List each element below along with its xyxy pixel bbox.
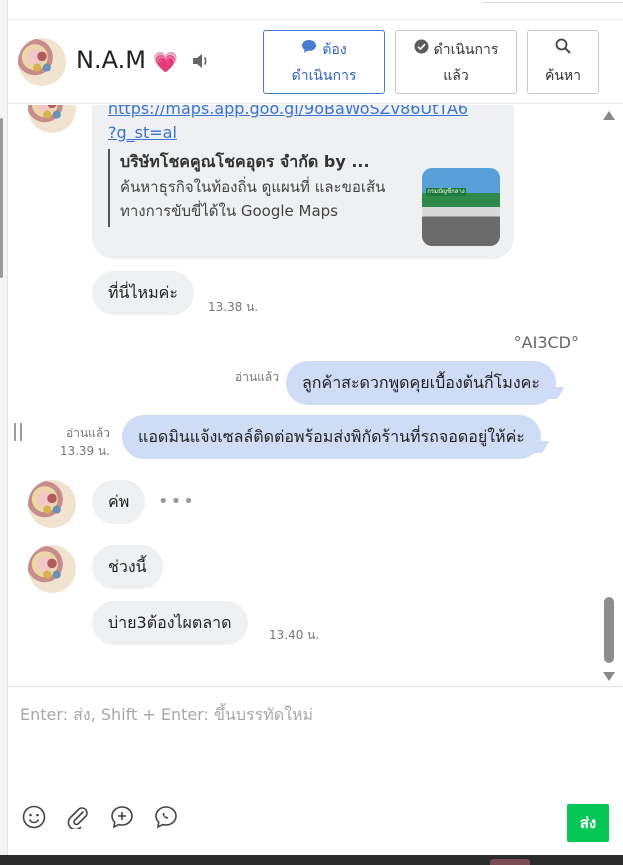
search-icon xyxy=(555,36,571,62)
message-time: 13.39 น. xyxy=(59,444,110,458)
composer-toolbar xyxy=(22,805,178,829)
scroll-up-icon[interactable] xyxy=(603,111,615,120)
agent-tag: °AI3CD° xyxy=(513,333,579,352)
my-message-bubble[interactable]: ลูกค้าสะดวกพูดคุยเบื้องต้นกี่โมงคะ xyxy=(286,361,556,405)
drag-grip[interactable] xyxy=(14,423,22,441)
emoji-icon[interactable] xyxy=(22,805,46,829)
message-time: 13.38 น. xyxy=(208,300,259,314)
message-input[interactable]: Enter: ส่ง, Shift + Enter: ขึ้นบรรทัดใหม… xyxy=(20,703,313,728)
contact-name[interactable]: N.A.M xyxy=(76,46,146,74)
preview-title: บริษัทโชคคูณโชคอุดร จำกัด by ... xyxy=(120,152,370,171)
search-label: ค้นหา xyxy=(544,67,582,83)
scroll-down-icon[interactable] xyxy=(603,672,615,681)
send-button[interactable]: ส่ง xyxy=(567,804,609,842)
chat-header: N.A.M 💗 ต้อง ดำเนินการ ดำเนินการ แล้ว ค้… xyxy=(8,20,623,104)
link-message[interactable]: https://maps.app.goo.gl/9oBaWoSZv86UtTA6… xyxy=(92,105,514,259)
done-button[interactable]: ดำเนินการ แล้ว xyxy=(395,30,517,94)
map-link-line1[interactable]: https://maps.app.goo.gl/9oBaWoSZv86UtTA6 xyxy=(108,105,498,121)
read-receipt: อ่านแล้ว xyxy=(235,370,279,384)
message-bubble[interactable]: ที่นี่ไหมค่ะ xyxy=(92,271,194,315)
message-time: 13.40 น. xyxy=(269,628,320,642)
contact-avatar-small[interactable] xyxy=(28,105,76,133)
my-message-bubble[interactable]: แอดมินแจ้งเซลล์ติดต่อพร้อมส่งพิกัดร้านที… xyxy=(122,415,541,459)
preview-thumbnail[interactable]: กรมบัญชีกลาง xyxy=(422,168,500,246)
chat-window: N.A.M 💗 ต้อง ดำเนินการ ดำเนินการ แล้ว ค้… xyxy=(0,0,623,865)
message-bubble[interactable]: ช่วงนี้ xyxy=(92,545,163,589)
map-link-line2[interactable]: ?g_st=al xyxy=(108,123,177,142)
search-button[interactable]: ค้นหา xyxy=(527,30,599,94)
done-label-1: ดำเนินการ xyxy=(433,41,499,57)
message-bubble[interactable]: บ่าย3ต้องไผตลาด xyxy=(92,601,248,645)
thumbnail-sign: กรมบัญชีกลาง xyxy=(426,188,466,196)
todo-button[interactable]: ต้อง ดำเนินการ xyxy=(263,30,385,94)
panel-scroll-handle[interactable] xyxy=(0,118,3,278)
more-options-icon[interactable]: ••• xyxy=(158,491,196,512)
chat-scrollbar[interactable] xyxy=(603,111,615,681)
chat-bubble-icon xyxy=(301,36,317,62)
voice-call-icon[interactable] xyxy=(154,805,178,829)
contact-avatar[interactable] xyxy=(18,38,66,86)
taskbar-edge xyxy=(0,855,623,865)
top-edge xyxy=(8,0,623,20)
contact-avatar-small[interactable] xyxy=(28,480,76,528)
message-list[interactable]: https://maps.app.goo.gl/9oBaWoSZv86UtTA6… xyxy=(8,105,623,686)
heart-emoji: 💗 xyxy=(153,50,178,74)
done-label-2: แล้ว xyxy=(443,67,469,83)
map-link[interactable]: https://maps.app.goo.gl/9oBaWoSZv86UtTA6… xyxy=(108,105,498,145)
todo-label-2: ดำเนินการ xyxy=(291,67,357,83)
contact-avatar-small[interactable] xyxy=(28,545,76,593)
todo-label-1: ต้อง xyxy=(322,41,347,57)
speaker-icon[interactable] xyxy=(192,53,210,69)
add-message-icon[interactable] xyxy=(110,805,134,829)
message-bubble[interactable]: ค่พ xyxy=(92,480,146,524)
read-receipt: อ่านแล้ว xyxy=(66,426,110,440)
check-circle-icon xyxy=(414,36,429,62)
left-panel-edge xyxy=(0,0,8,855)
scroll-thumb[interactable] xyxy=(604,597,614,663)
preview-description: ค้นหาธุรกิจในท้องถิ่น ดูแผนที่ และขอเส้น… xyxy=(120,178,386,220)
paperclip-icon[interactable] xyxy=(66,805,90,829)
message-composer[interactable]: Enter: ส่ง, Shift + Enter: ขึ้นบรรทัดใหม… xyxy=(8,686,623,855)
